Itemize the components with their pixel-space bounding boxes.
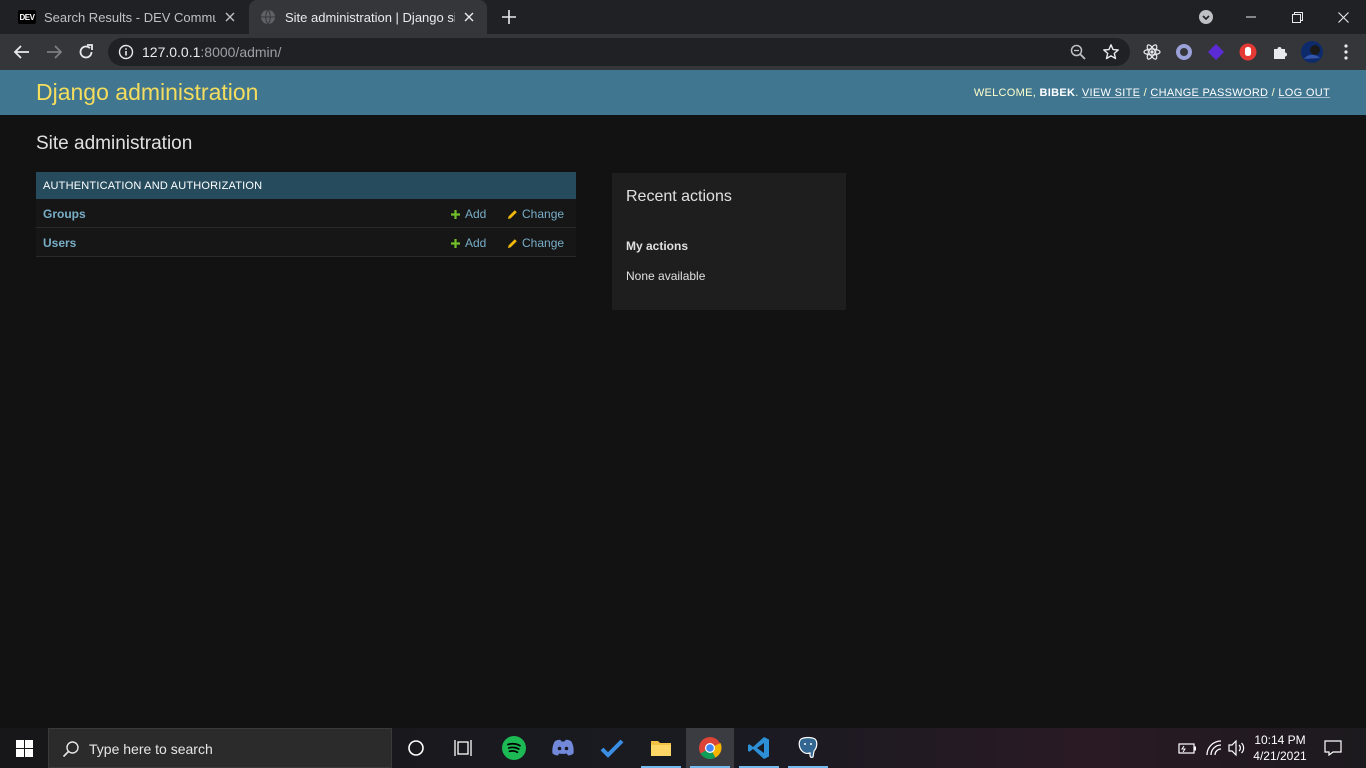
groups-add-link[interactable]: Add: [450, 207, 486, 221]
file-explorer-icon[interactable]: [637, 728, 685, 768]
browser-menu-icon[interactable]: [1336, 42, 1356, 62]
browser-tab-strip: DEV Search Results - DEV Community Site …: [0, 0, 1366, 34]
welcome-text: WELCOME,: [973, 87, 1037, 99]
recent-actions-title: Recent actions: [626, 188, 732, 205]
plus-icon: [451, 209, 460, 219]
change-password-link[interactable]: CHANGE PASSWORD: [1150, 87, 1268, 99]
users-add-link[interactable]: Add: [450, 236, 486, 250]
new-tab-button[interactable]: [500, 8, 518, 26]
cortana-icon[interactable]: [392, 728, 440, 768]
groups-link[interactable]: Groups: [43, 207, 86, 221]
restore-button[interactable]: [1274, 0, 1320, 34]
groups-change-link[interactable]: Change: [507, 207, 564, 221]
username: BIBEK: [1039, 87, 1076, 99]
spotify-icon[interactable]: [490, 728, 538, 768]
extension-red-hand-icon[interactable]: [1238, 42, 1258, 62]
taskbar-search-box[interactable]: Type here to search: [48, 728, 392, 768]
close-tab-icon[interactable]: [222, 9, 238, 25]
globe-icon: [259, 8, 277, 26]
url-text: 127.0.0.1:8000/admin/: [142, 44, 282, 60]
browser-toolbar: 127.0.0.1:8000/admin/: [0, 34, 1366, 70]
search-icon: [62, 740, 80, 758]
clock-date: 4/21/2021: [1253, 749, 1307, 763]
back-arrow-icon[interactable]: [12, 42, 32, 62]
my-actions-heading: My actions: [626, 239, 689, 253]
site-branding[interactable]: Django administration: [36, 79, 258, 106]
wifi-icon[interactable]: [1204, 738, 1224, 758]
battery-icon[interactable]: [1178, 738, 1198, 758]
users-change-link[interactable]: Change: [507, 236, 564, 250]
tab-django-admin[interactable]: Site administration | Django site admin: [249, 0, 487, 34]
chrome-icon[interactable]: [686, 728, 734, 768]
notifications-icon[interactable]: [1323, 738, 1343, 758]
plus-icon: [451, 238, 460, 248]
model-row-groups: Groups Add Change: [36, 199, 576, 228]
tab-title: Search Results - DEV Community: [44, 9, 216, 25]
close-window-button[interactable]: [1320, 0, 1366, 34]
task-view-icon[interactable]: [440, 728, 488, 768]
discord-icon[interactable]: [539, 728, 587, 768]
recent-actions-panel: Recent actions My actions None available: [612, 173, 846, 310]
pencil-icon: [508, 238, 517, 248]
page-title: Site administration: [36, 133, 193, 154]
clock-time: 10:14 PM: [1254, 733, 1306, 747]
auth-app-module: AUTHENTICATION AND AUTHORIZATION Groups …: [36, 172, 576, 257]
system-clock[interactable]: 10:14 PM 4/21/2021: [1248, 732, 1312, 764]
windows-taskbar: Type here to search 10:14 PM 4/21/2021: [0, 728, 1366, 768]
tab-title: Site administration | Django site admin: [285, 9, 455, 25]
admin-page: Django administration WELCOME, BIBEK. VI…: [0, 70, 1366, 728]
dev-favicon-icon: DEV: [18, 8, 36, 26]
model-row-users: Users Add Change: [36, 228, 576, 257]
puzzle-extensions-icon[interactable]: [1270, 42, 1290, 62]
minimize-button[interactable]: [1228, 0, 1274, 34]
logout-link[interactable]: LOG OUT: [1278, 87, 1330, 99]
user-tools: WELCOME, BIBEK. VIEW SITE / CHANGE PASSW…: [973, 87, 1330, 99]
site-info-icon[interactable]: [118, 44, 134, 60]
windows-start-icon[interactable]: [0, 728, 48, 768]
extension-circle-icon[interactable]: [1174, 42, 1194, 62]
pencil-icon: [508, 209, 517, 219]
admin-header: Django administration WELCOME, BIBEK. VI…: [0, 70, 1366, 115]
address-bar[interactable]: 127.0.0.1:8000/admin/: [108, 38, 1130, 66]
vscode-icon[interactable]: [735, 728, 783, 768]
tab-search-icon[interactable]: [1198, 9, 1214, 25]
view-site-link[interactable]: VIEW SITE: [1082, 87, 1140, 99]
tab-dev-community[interactable]: DEV Search Results - DEV Community: [8, 0, 248, 34]
profile-avatar-icon[interactable]: [1300, 40, 1324, 64]
users-link[interactable]: Users: [43, 236, 76, 250]
reload-icon[interactable]: [76, 42, 96, 62]
forward-arrow-icon[interactable]: [44, 42, 64, 62]
extension-purple-icon[interactable]: [1206, 42, 1226, 62]
no-actions-text: None available: [626, 269, 706, 283]
postgresql-icon[interactable]: [784, 728, 832, 768]
todo-checkmark-icon[interactable]: [588, 728, 636, 768]
close-tab-icon[interactable]: [461, 9, 477, 25]
search-placeholder: Type here to search: [89, 741, 213, 757]
zoom-icon[interactable]: [1070, 44, 1086, 60]
volume-icon[interactable]: [1227, 738, 1247, 758]
react-devtools-icon[interactable]: [1142, 42, 1162, 62]
app-caption-link[interactable]: AUTHENTICATION AND AUTHORIZATION: [36, 172, 576, 199]
bookmark-star-icon[interactable]: [1102, 43, 1120, 61]
